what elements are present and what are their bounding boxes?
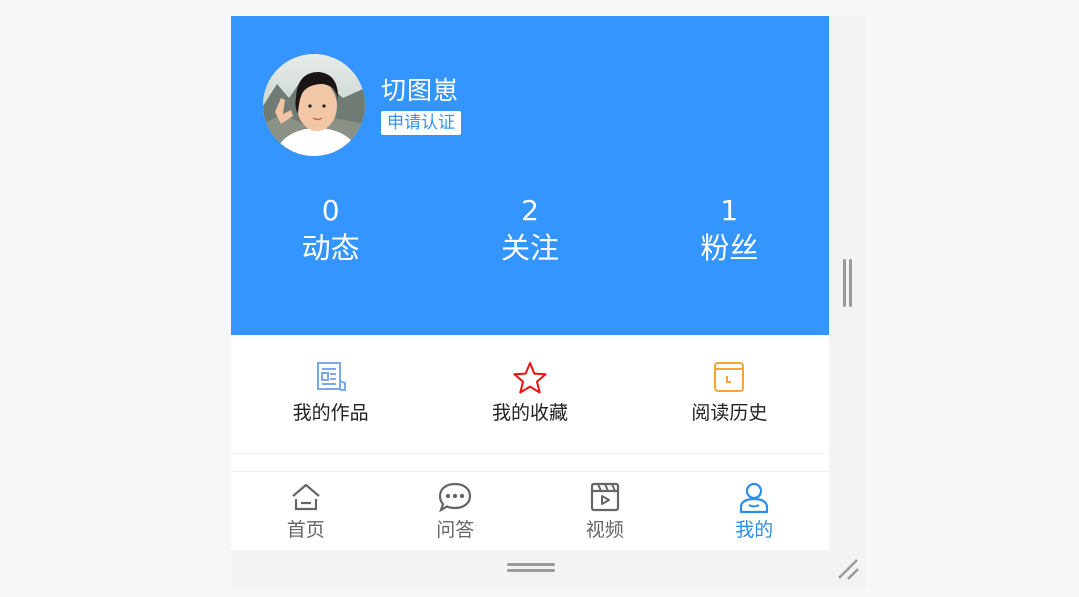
user-icon: [680, 482, 830, 516]
shortcut-my-works-label: 我的作品: [292, 402, 369, 424]
horizontal-resize-handle[interactable]: [507, 563, 555, 577]
tab-video[interactable]: 视频: [530, 472, 680, 550]
resize-grip-icon[interactable]: [835, 556, 861, 582]
tab-me[interactable]: 我的: [680, 472, 830, 550]
stat-followers-label: 粉丝: [700, 231, 759, 265]
stat-following[interactable]: 2 关注: [430, 194, 629, 268]
vertical-resize-handle[interactable]: [843, 259, 853, 307]
stat-posts-label: 动态: [301, 231, 360, 265]
video-icon: [530, 482, 680, 516]
document-icon: [231, 361, 430, 395]
tab-qa-label: 问答: [436, 519, 475, 541]
tab-qa[interactable]: 问答: [381, 472, 531, 550]
chat-icon: [381, 482, 531, 516]
stat-following-label: 关注: [500, 231, 559, 265]
stat-posts-count: 0: [321, 194, 340, 227]
stats-row: 0 动态 2 关注 1 粉丝: [231, 194, 829, 268]
star-icon: [430, 361, 629, 395]
stat-followers[interactable]: 1 粉丝: [630, 194, 829, 268]
profile-header: 切图崽 申请认证 0 动态 2 关注 1 粉丝: [231, 16, 829, 335]
avatar-photo: [263, 54, 365, 156]
shortcut-grid: 我的作品 我的收藏 阅读历史: [231, 335, 829, 454]
tab-home[interactable]: 首页: [231, 472, 381, 550]
app-screen: 切图崽 申请认证 0 动态 2 关注 1 粉丝 我的作品 我的收藏 阅读历史 首…: [231, 16, 829, 550]
device-frame: 切图崽 申请认证 0 动态 2 关注 1 粉丝 我的作品 我的收藏 阅读历史 首…: [231, 16, 866, 587]
tab-video-label: 视频: [585, 519, 624, 541]
avatar[interactable]: [263, 54, 365, 156]
history-icon: [630, 361, 829, 395]
shortcut-my-works[interactable]: 我的作品: [231, 335, 430, 453]
stat-following-count: 2: [521, 194, 539, 227]
stat-followers-count: 1: [720, 194, 739, 227]
shortcut-favorites[interactable]: 我的收藏: [430, 335, 629, 453]
tab-me-label: 我的: [735, 519, 774, 541]
home-icon: [231, 482, 381, 516]
tab-home-label: 首页: [286, 519, 325, 541]
username: 切图崽: [381, 76, 460, 105]
apply-verification-button[interactable]: 申请认证: [381, 111, 461, 135]
shortcut-favorites-label: 我的收藏: [491, 402, 568, 424]
stat-posts[interactable]: 0 动态: [231, 194, 430, 268]
shortcut-reading-history[interactable]: 阅读历史: [630, 335, 829, 453]
bottom-tab-bar: 首页 问答 视频 我的: [231, 471, 829, 550]
shortcut-reading-history-label: 阅读历史: [691, 402, 768, 424]
